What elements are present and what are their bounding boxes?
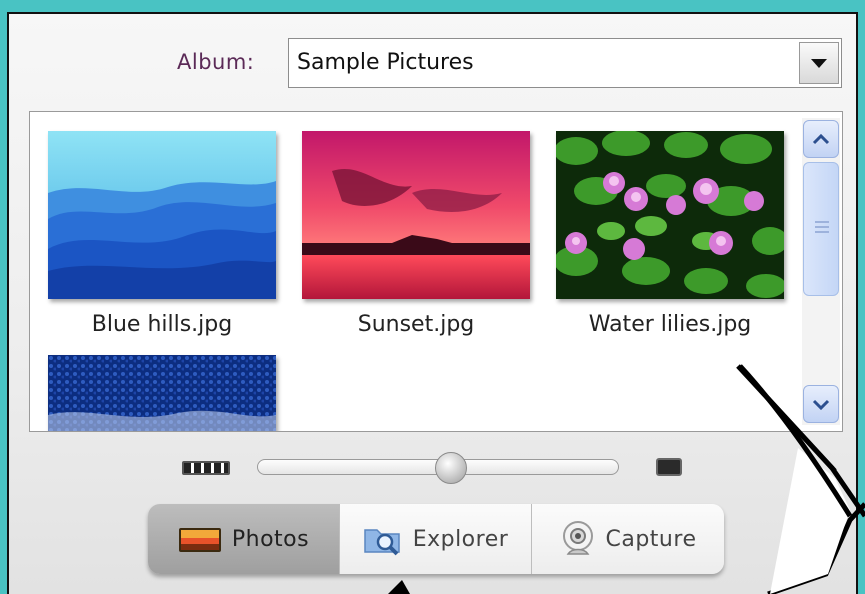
album-dropdown[interactable]: Sample Pictures: [288, 38, 842, 88]
thumbnail-grid: Blue hills.jpg Sunset.jpg Water lilies.j…: [29, 111, 843, 432]
thumbnail-caption: Water lilies.jpg: [588, 312, 752, 337]
tab-capture-label: Capture: [605, 526, 697, 552]
album-selected-value: Sample Pictures: [297, 50, 474, 75]
tab-capture[interactable]: Capture: [532, 504, 724, 574]
thumbnail-scrollbar[interactable]: [802, 118, 840, 425]
large-thumbnails-icon[interactable]: [656, 458, 682, 476]
scroll-thumb[interactable]: [803, 162, 839, 296]
source-tabs: Photos Explorer Capture: [148, 504, 724, 574]
blue-hills-image: [48, 131, 276, 299]
sunset-image: [302, 131, 530, 299]
dropdown-arrow-button[interactable]: [799, 42, 839, 84]
chevron-down-icon: [811, 58, 827, 68]
small-thumbnails-icon[interactable]: [182, 461, 230, 475]
winter-image: [48, 355, 276, 431]
photo-picker-panel: Album: Sample Pictures Blue hills.jpg Su…: [7, 12, 858, 594]
thumbnail-winter[interactable]: [48, 355, 276, 431]
webcam-icon: [562, 521, 593, 555]
scroll-up-button[interactable]: [803, 120, 839, 158]
tab-photos-label: Photos: [231, 526, 310, 552]
thumbnail-caption: Blue hills.jpg: [91, 312, 233, 337]
thumbnail-caption: Sunset.jpg: [357, 312, 475, 337]
grip-line: [815, 221, 829, 223]
thumbnail-blue-hills[interactable]: [48, 131, 276, 299]
grip-line: [815, 231, 829, 233]
grip-line: [815, 226, 829, 228]
thumbnail-water-lilies[interactable]: [556, 131, 784, 299]
water-lilies-image: [556, 131, 784, 299]
photos-icon: [178, 528, 221, 552]
explorer-icon: [363, 529, 400, 556]
scroll-down-button[interactable]: [803, 385, 839, 423]
chevron-down-icon: [812, 399, 830, 410]
album-label: Album:: [177, 50, 255, 74]
tab-explorer[interactable]: Explorer: [340, 504, 532, 574]
tab-explorer-label: Explorer: [412, 526, 509, 552]
chevron-up-icon: [812, 133, 830, 145]
zoom-slider-knob[interactable]: [435, 452, 468, 484]
tab-photos[interactable]: Photos: [148, 504, 340, 574]
thumbnail-sunset[interactable]: [302, 131, 530, 299]
